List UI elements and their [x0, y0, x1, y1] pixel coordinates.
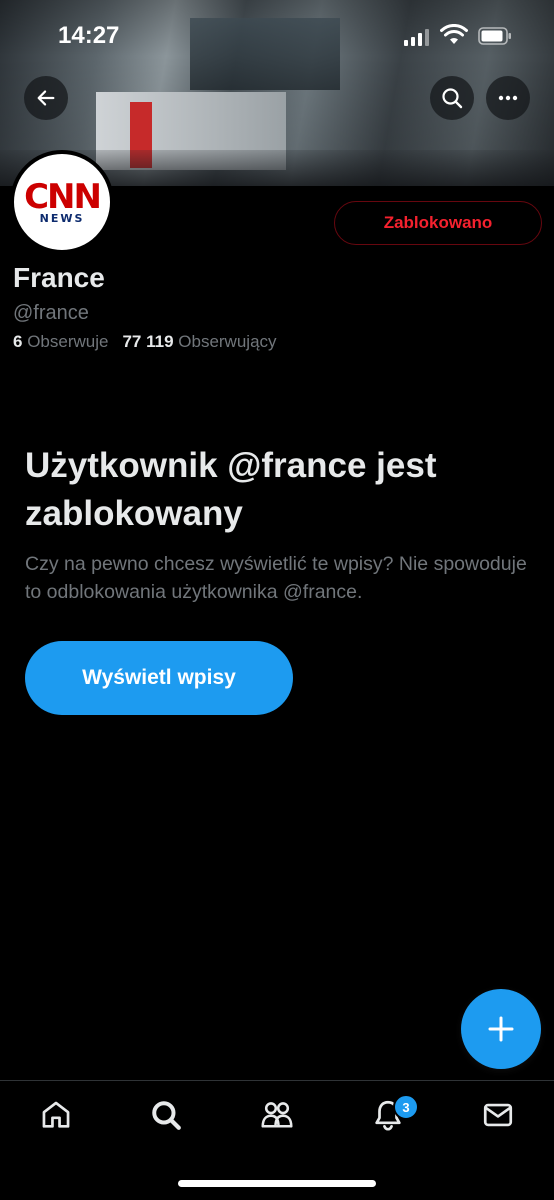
follow-stats: 6 Obserwuje 77 119 Obserwujący: [13, 332, 277, 352]
display-name: France: [13, 262, 105, 293]
search-icon: [152, 1101, 181, 1130]
followers-link[interactable]: 77 119 Obserwujący: [122, 332, 276, 351]
mail-icon: [483, 1103, 513, 1127]
search-icon: [442, 88, 463, 109]
blocked-button[interactable]: Zablokowano: [334, 201, 542, 245]
tab-home[interactable]: [36, 1095, 76, 1135]
home-indicator[interactable]: [178, 1180, 376, 1187]
signal-icon: [404, 28, 430, 46]
avatar[interactable]: CNN NEWS: [10, 150, 114, 254]
communities-icon: [261, 1102, 293, 1128]
tab-search[interactable]: [146, 1095, 186, 1135]
battery-icon: [478, 27, 511, 45]
more-button[interactable]: [486, 76, 530, 120]
search-button[interactable]: [430, 76, 474, 120]
back-button[interactable]: [24, 76, 68, 120]
followers-label: Obserwujący: [178, 332, 277, 351]
avatar-logo-sub: NEWS: [39, 211, 85, 225]
status-time: 14:27: [58, 22, 120, 49]
arrow-left-icon: [37, 90, 55, 106]
plus-icon: [488, 1016, 514, 1042]
avatar-logo: CNN: [24, 176, 102, 217]
wifi-icon: [440, 24, 468, 44]
status-bar: 14:27: [0, 0, 554, 70]
following-count: 6: [13, 332, 23, 351]
user-handle: @france: [13, 302, 89, 324]
tab-communities[interactable]: [257, 1095, 297, 1135]
view-posts-button[interactable]: Wyświetl wpisy: [25, 641, 293, 715]
notification-badge: 3: [393, 1094, 419, 1120]
blocked-description: Czy na pewno chcesz wyświetlić te wpisy?…: [25, 553, 527, 603]
following-link[interactable]: 6 Obserwuje: [13, 332, 108, 351]
following-label: Obserwuje: [27, 332, 109, 351]
compose-button[interactable]: [461, 989, 541, 1069]
tab-messages[interactable]: [478, 1095, 518, 1135]
more-horizontal-icon: [498, 95, 518, 101]
followers-count: 77 119: [122, 332, 174, 351]
blocked-title: Użytkownik @france jest zablokowany: [25, 446, 437, 533]
home-icon: [42, 1101, 70, 1128]
